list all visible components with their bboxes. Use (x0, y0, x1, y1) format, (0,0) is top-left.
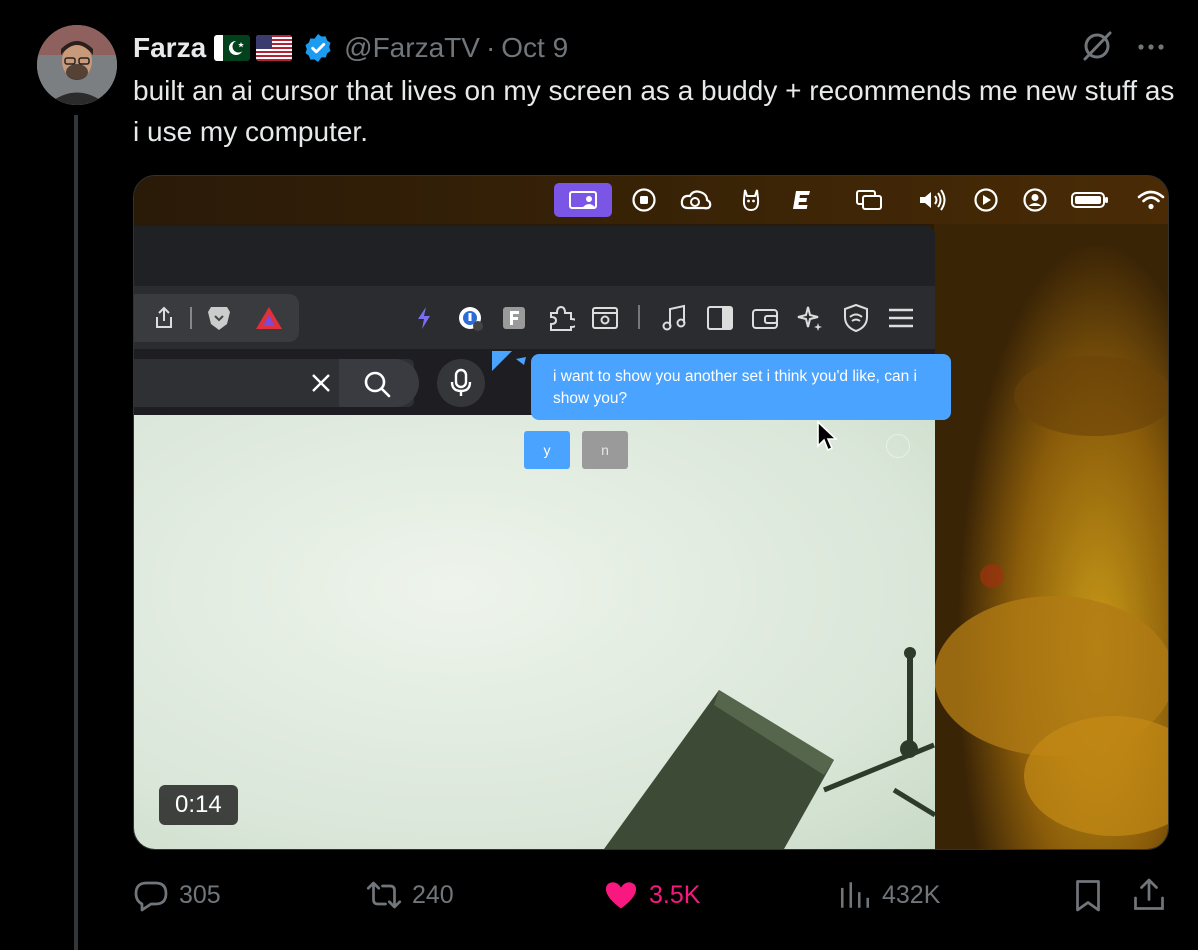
mac-menu-bar (134, 176, 1168, 224)
reader-icon[interactable] (591, 305, 619, 336)
assistant-message-text: i want to show you another set i think y… (553, 368, 917, 407)
webpage-image (604, 647, 935, 849)
microphone-icon (450, 368, 472, 396)
author-handle[interactable]: @FarzaTV (344, 32, 480, 64)
author-name[interactable]: Farza (133, 32, 206, 64)
triangle-alert-icon[interactable] (254, 305, 284, 336)
share-button[interactable] (1131, 870, 1177, 920)
loading-ring-icon (886, 434, 910, 458)
repost-button[interactable]: 240 (366, 870, 454, 920)
mouse-cursor-icon (817, 420, 838, 452)
repost-icon (366, 881, 402, 909)
browser-toolbar (134, 286, 935, 351)
ai-cursor-pointer (492, 351, 526, 371)
grok-icon[interactable] (1079, 28, 1115, 64)
share-icon[interactable] (152, 305, 176, 336)
thread-line (74, 115, 78, 950)
brave-lion-icon[interactable] (206, 304, 232, 337)
music-icon[interactable] (661, 304, 689, 337)
sparkle-icon[interactable] (796, 304, 824, 337)
pakistan-flag-icon (214, 35, 251, 61)
tweet-action-bar: 305 240 3.5K 432K (133, 870, 1173, 920)
windows-icon[interactable] (854, 183, 884, 217)
browser-tab-strip (134, 226, 935, 286)
creative-cloud-icon[interactable] (679, 183, 713, 217)
header-separator: · (485, 32, 496, 63)
llama-icon[interactable] (738, 183, 764, 217)
battery-icon[interactable] (1069, 183, 1111, 217)
no-button[interactable]: n (582, 431, 628, 469)
search-button[interactable] (339, 359, 419, 407)
reply-button[interactable]: 305 (133, 870, 221, 920)
toolbar-divider (190, 307, 192, 329)
tweet-text: built an ai cursor that lives on my scre… (133, 75, 1175, 147)
like-count: 3.5K (649, 880, 701, 909)
puzzle-icon[interactable] (547, 304, 579, 337)
like-button[interactable]: 3.5K (603, 870, 700, 920)
reply-count: 305 (179, 880, 221, 909)
webpage-content (134, 415, 935, 849)
tweet-header: Farza @FarzaTV · Oct 9 (133, 28, 568, 68)
more-options-icon[interactable] (1134, 30, 1168, 64)
volume-icon[interactable] (916, 183, 948, 217)
browser-window (134, 226, 935, 849)
assistant-message-bubble: i want to show you another set i think y… (531, 354, 951, 420)
author-avatar[interactable] (37, 25, 117, 105)
views-button[interactable]: 432K (838, 870, 940, 920)
reply-icon (134, 881, 168, 912)
toolbar-divider (638, 305, 640, 329)
tweet-date[interactable]: Oct 9 (501, 32, 568, 64)
toolbar-left-group (134, 294, 299, 342)
search-icon (364, 371, 391, 398)
analytics-icon (840, 882, 870, 908)
privacy-badge-icon[interactable] (457, 305, 485, 338)
verified-badge-icon[interactable] (302, 32, 334, 64)
bold-e-icon[interactable] (789, 183, 815, 217)
clear-icon[interactable] (309, 371, 333, 400)
wallet-icon[interactable] (751, 305, 779, 336)
bookmark-icon (1076, 880, 1100, 912)
screen-share-icon[interactable] (554, 183, 612, 217)
share-icon (1134, 878, 1164, 910)
bookmark-button[interactable] (1070, 870, 1116, 920)
stop-icon[interactable] (629, 183, 659, 217)
video-player[interactable]: i want to show you another set i think y… (133, 175, 1169, 850)
heart-icon (605, 882, 637, 909)
shield-icon[interactable] (842, 303, 870, 338)
wifi-icon[interactable] (1136, 183, 1166, 217)
microphone-button[interactable] (437, 359, 485, 407)
lightning-icon[interactable] (416, 306, 432, 335)
video-timestamp: 0:14 (159, 785, 238, 825)
user-circle-icon[interactable] (1021, 183, 1049, 217)
play-icon[interactable] (972, 183, 1000, 217)
repost-count: 240 (412, 880, 454, 909)
menu-icon[interactable] (886, 306, 916, 335)
views-count: 432K (882, 880, 941, 909)
yes-button[interactable]: y (524, 431, 570, 469)
sidebar-icon[interactable] (706, 305, 734, 336)
usa-flag-icon (256, 35, 293, 61)
f-extension-icon[interactable] (502, 306, 526, 335)
